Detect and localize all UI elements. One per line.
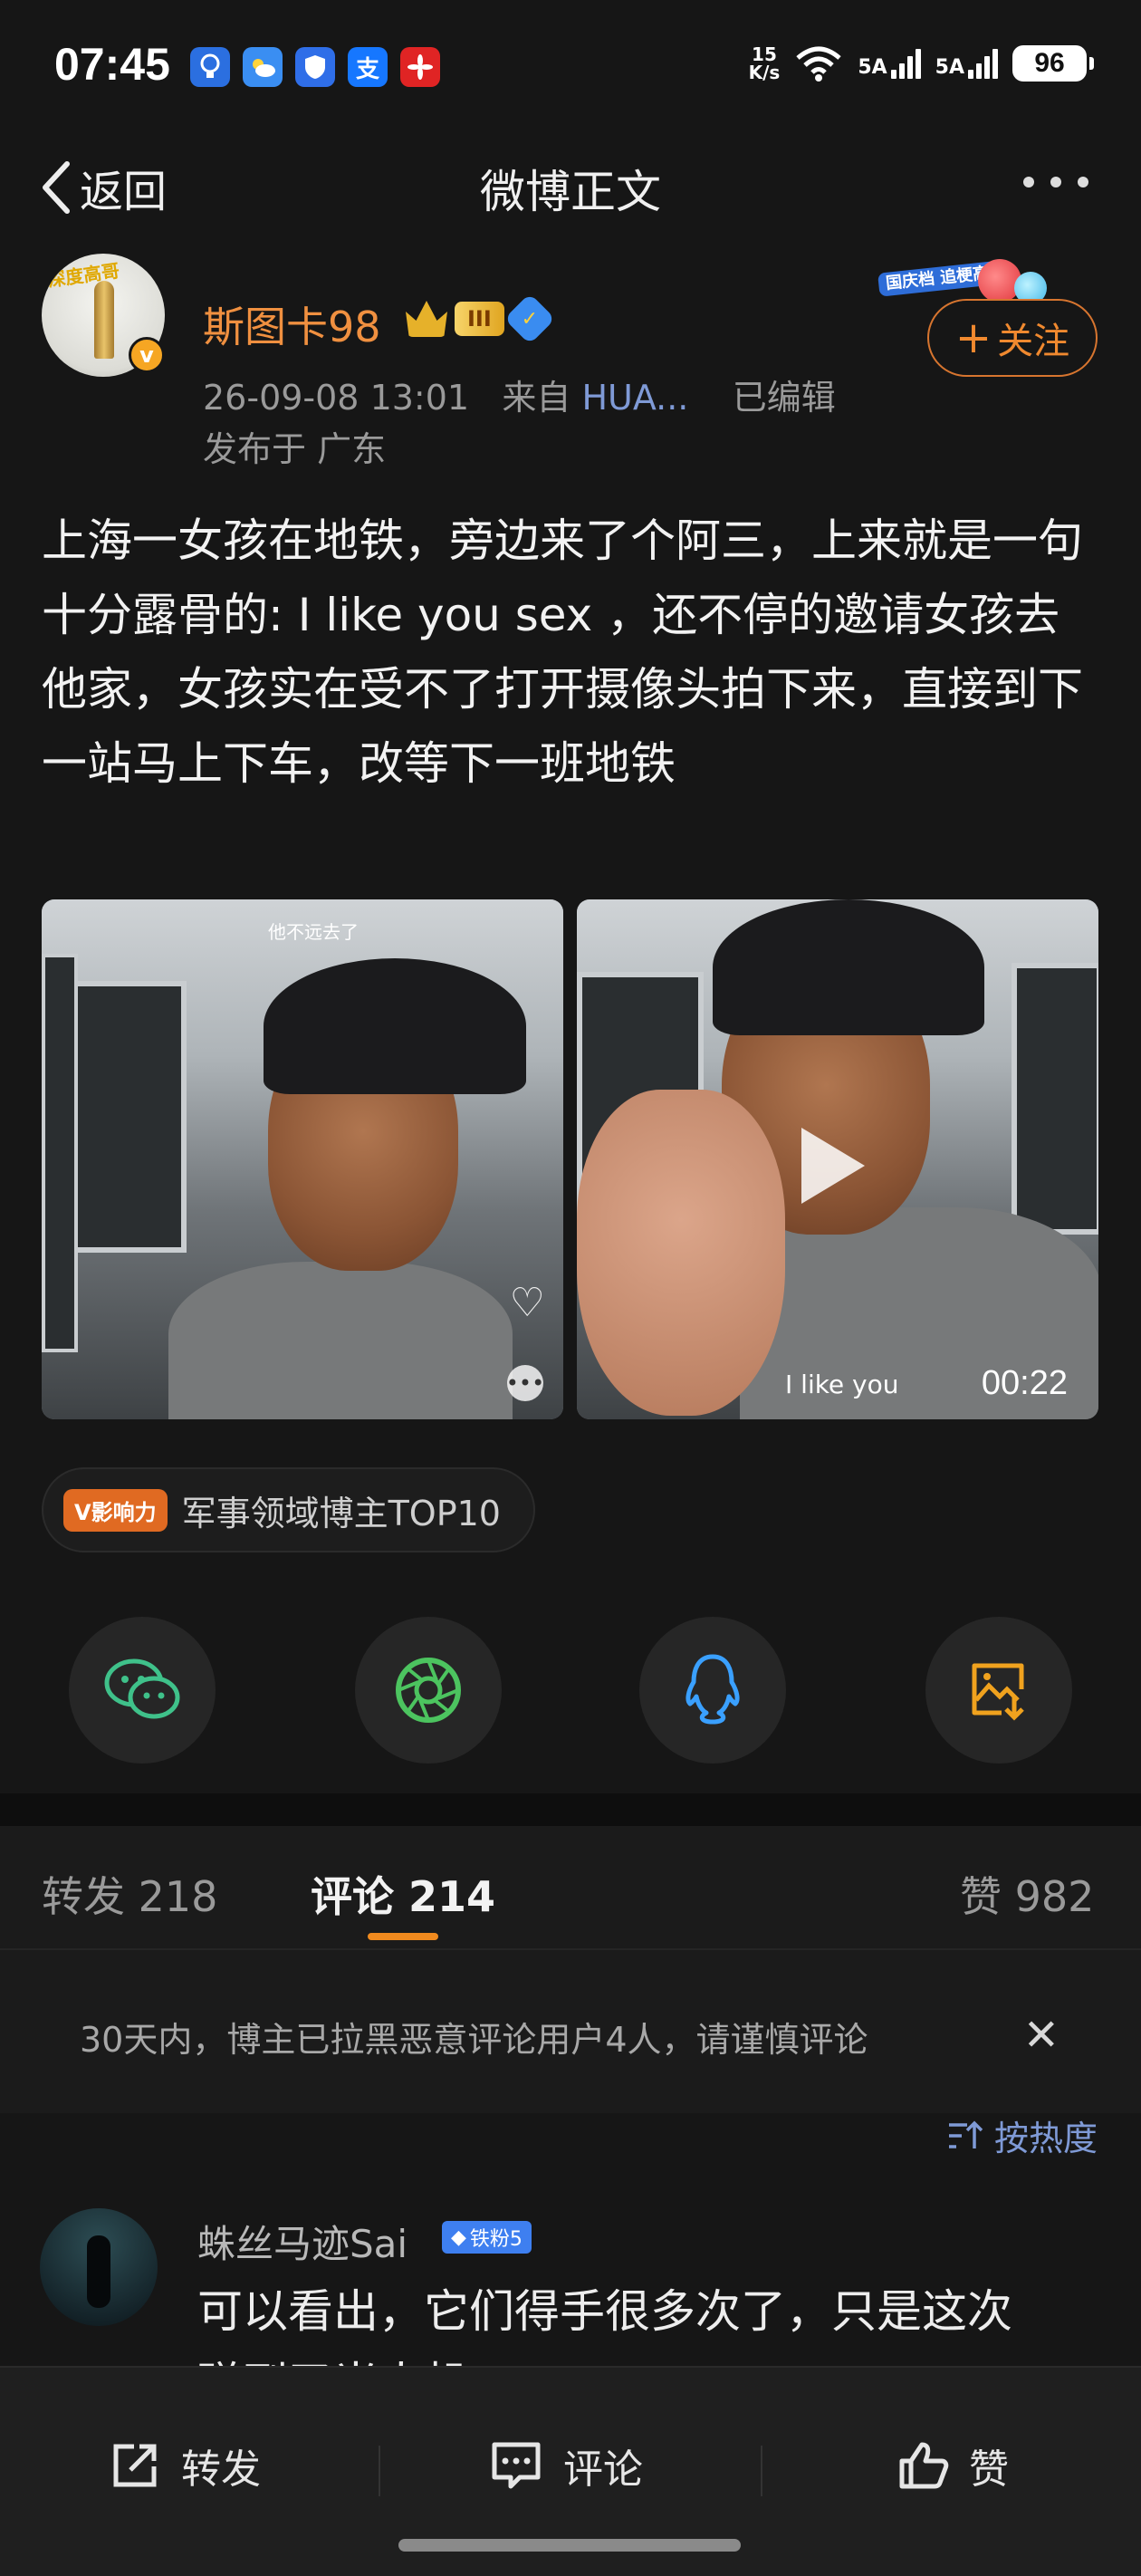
- video-thumbnail-1[interactable]: 他不远去了 ♡ •••: [42, 899, 563, 1419]
- plus-icon: +: [954, 312, 992, 363]
- weather-app-icon: [243, 47, 283, 87]
- bulb-app-icon: [190, 47, 230, 87]
- edited-label[interactable]: 已编辑: [733, 378, 836, 418]
- image-download-icon: [972, 1663, 1024, 1721]
- post-text: 上海一女孩在地铁，旁边来了个阿三，上来就是一句十分露骨的: I like you…: [42, 514, 1083, 790]
- fan-badge: ◆ 铁粉5: [442, 2221, 532, 2254]
- crown-icon: [406, 301, 447, 337]
- more-options-icon[interactable]: [1023, 177, 1088, 187]
- commenter-avatar[interactable]: [40, 2208, 158, 2326]
- signal-sim1: 5A: [858, 48, 921, 79]
- post-location: 发布于 广东: [203, 429, 387, 469]
- tab-comment[interactable]: 评论 214: [311, 1864, 495, 1924]
- tab-repost[interactable]: 转发 218: [42, 1864, 217, 1924]
- influence-badge: V影响力: [63, 1488, 168, 1532]
- interaction-tabs: 转发 218 评论 214 赞 982: [0, 1826, 1141, 1949]
- diamond-icon: ◆: [451, 2225, 466, 2249]
- close-icon[interactable]: ✕: [1023, 2010, 1060, 2061]
- verified-v-icon: v: [129, 337, 165, 373]
- video-subtitle: I like you: [785, 1370, 899, 1399]
- wechat-icon: [104, 1658, 180, 1719]
- alipay-icon: 支: [348, 47, 388, 87]
- video-duration: 00:22: [981, 1364, 1068, 1402]
- shield-app-icon: [295, 47, 335, 87]
- heart-icon: ♡: [509, 1280, 545, 1326]
- active-tab-indicator: [368, 1933, 438, 1940]
- thumbs-up-icon: [899, 2442, 949, 2489]
- share-arrow-icon: [113, 2444, 157, 2487]
- commenter-name[interactable]: 蛛丝马迹Sai: [197, 2214, 408, 2269]
- video-caption-top: 他不远去了: [268, 921, 359, 943]
- share-moments-button[interactable]: [355, 1617, 502, 1764]
- status-bar: 07:45 支 15 K/s 5A 5A 96: [0, 0, 1141, 136]
- comment-notice: 30天内，博主已拉黑恶意评论用户4人，请谨慎评论 ✕: [0, 1950, 1141, 2113]
- repost-button[interactable]: 转发: [109, 2437, 261, 2494]
- notification-icons: 支: [190, 47, 440, 87]
- home-indicator[interactable]: [398, 2539, 741, 2552]
- share-wechat-button[interactable]: [69, 1617, 216, 1764]
- comment-bubble-icon: •••: [506, 1365, 544, 1401]
- wifi-icon: [796, 46, 841, 82]
- clock: 07:45: [54, 39, 170, 90]
- comment-icon: [492, 2442, 541, 2489]
- moments-icon: [396, 1658, 461, 1723]
- sort-icon: [948, 2120, 983, 2148]
- share-qq-button[interactable]: [639, 1617, 786, 1764]
- video-thumbnail-2[interactable]: I like you 00:22: [577, 899, 1098, 1419]
- comment-button[interactable]: 评论: [489, 2437, 643, 2494]
- net-speed: 15 K/s: [748, 43, 781, 83]
- influence-tag[interactable]: V影响力 军事领域博主TOP10: [42, 1467, 535, 1552]
- play-icon[interactable]: [801, 1128, 865, 1204]
- status-right: 15 K/s 5A 5A 96: [748, 43, 1094, 83]
- sort-by-hot-button[interactable]: 按热度: [947, 2110, 1098, 2160]
- signal-sim2: 5A: [935, 48, 998, 79]
- battery-indicator: 96: [1012, 45, 1094, 82]
- tab-like[interactable]: 赞 982: [960, 1864, 1094, 1924]
- author-avatar[interactable]: 深度高哥 v: [42, 254, 165, 377]
- save-image-button[interactable]: [925, 1617, 1072, 1764]
- like-button[interactable]: 赞: [896, 2437, 1009, 2494]
- huawei-app-icon: [400, 47, 440, 87]
- post-meta: 26-09-08 13:01 来自 HUA... 已编辑: [203, 378, 836, 418]
- comment-text: 可以看出，它们得手很多次了，只是这次: [197, 2285, 1012, 2338]
- follow-button[interactable]: + 关注: [927, 299, 1098, 377]
- nav-bar: 返回 微博正文: [0, 136, 1141, 235]
- qq-icon: [686, 1654, 740, 1725]
- author-name[interactable]: 斯图卡98: [203, 294, 381, 354]
- medal-icon: ✓: [503, 293, 556, 345]
- source-link[interactable]: HUA...: [581, 378, 688, 418]
- page-title: 微博正文: [480, 166, 661, 218]
- level-badge[interactable]: III ✓: [406, 293, 556, 345]
- section-separator: [0, 1793, 1141, 1826]
